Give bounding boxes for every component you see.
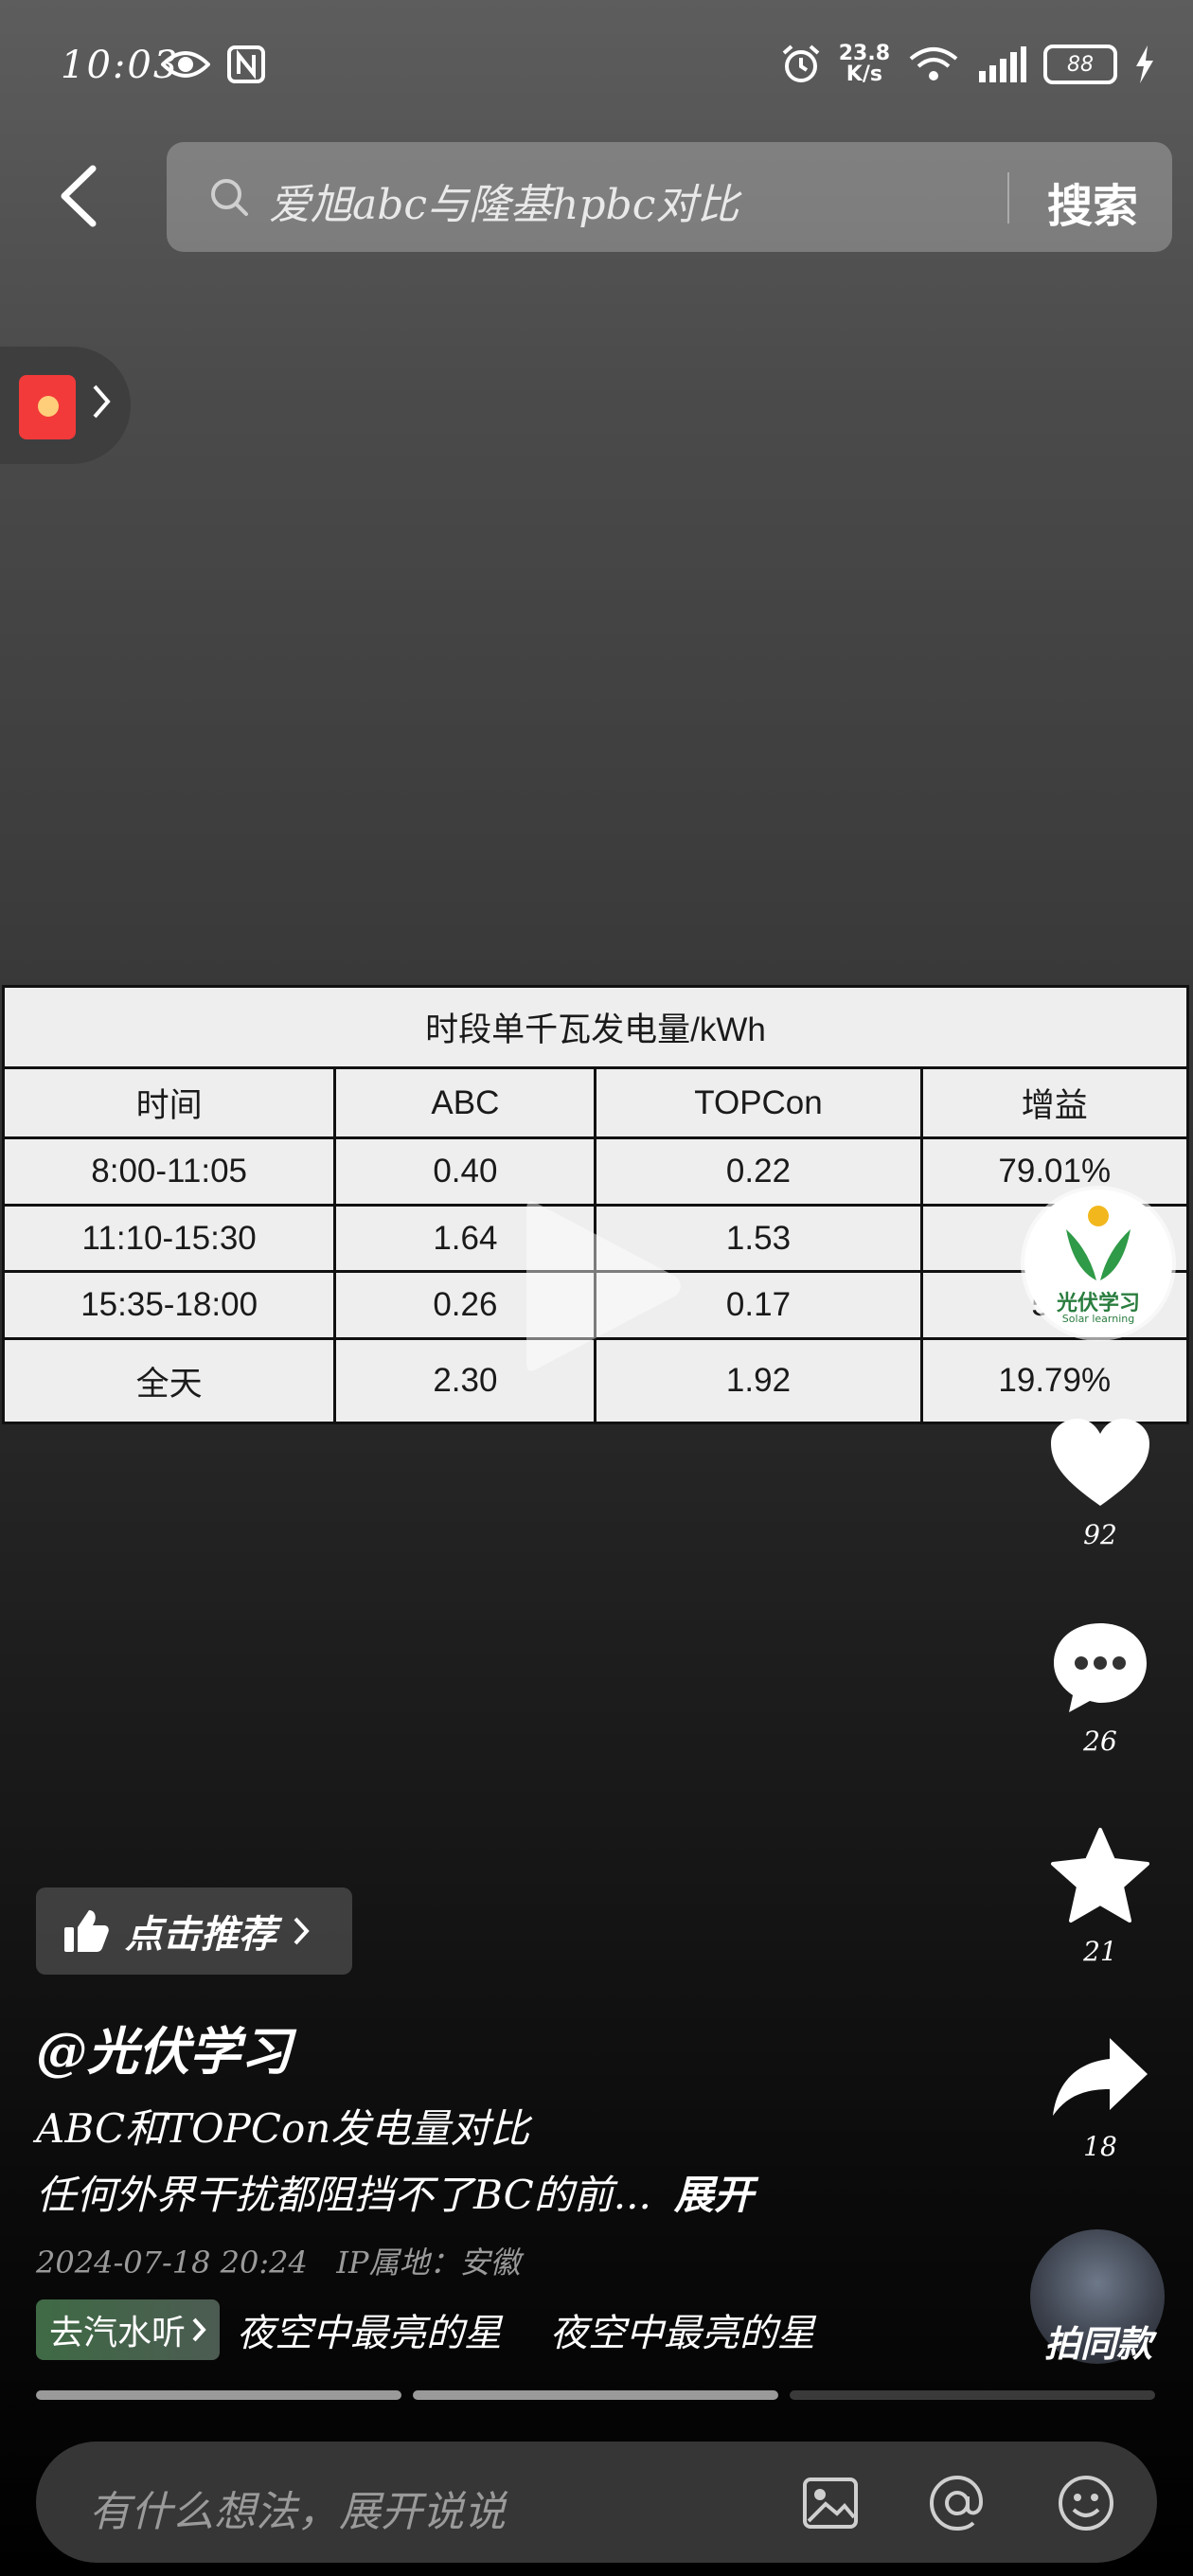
creator-logo-sub: Solar learning bbox=[1061, 1313, 1135, 1325]
creator-avatar[interactable]: 光伏学习 Solar learning bbox=[1024, 1190, 1172, 1337]
eye-icon bbox=[161, 51, 210, 78]
alarm-icon bbox=[782, 45, 820, 82]
table-cell: 全天 bbox=[1, 1337, 337, 1424]
progress-segment-1 bbox=[36, 2390, 401, 2400]
same-style-button[interactable]: 拍同款 bbox=[1032, 2315, 1165, 2367]
music-badge-button[interactable]: 去汽水听 bbox=[36, 2299, 221, 2360]
search-icon bbox=[211, 179, 248, 216]
search-button[interactable]: 搜索 bbox=[1047, 169, 1138, 235]
music-row: 去汽水听 夜空中最亮的星 夜空中最亮的星 bbox=[36, 2299, 815, 2360]
description-text: 任何外界干扰都阻挡不了BC的前... bbox=[36, 2172, 651, 2218]
expand-button[interactable]: 展开 bbox=[674, 2172, 754, 2218]
search-divider bbox=[1007, 172, 1009, 224]
progress-segment-3 bbox=[790, 2390, 1155, 2400]
table-header: TOPCon bbox=[594, 1066, 923, 1139]
signal-icon bbox=[979, 46, 1026, 82]
status-icons-right: 23.8 K/s 88 bbox=[780, 44, 1155, 85]
post-date: 2024-07-18 20:24 bbox=[36, 2245, 308, 2281]
net-speed: 23.8 K/s bbox=[838, 42, 890, 86]
chevron-right-icon bbox=[294, 1917, 310, 1945]
recommend-label: 点击推荐 bbox=[125, 1912, 276, 1957]
table-cell: 8:00-11:05 bbox=[1, 1136, 337, 1207]
table-header: ABC bbox=[333, 1066, 597, 1139]
chevron-right-icon bbox=[93, 385, 111, 419]
table-cell: 11:10-15:30 bbox=[1, 1203, 337, 1274]
play-icon[interactable] bbox=[517, 1191, 687, 1381]
chevron-right-icon bbox=[192, 2317, 206, 2342]
table-header: 增益 bbox=[919, 1066, 1189, 1139]
recommend-button[interactable]: 点击推荐 bbox=[36, 1887, 352, 1975]
progress-segment-2 bbox=[413, 2390, 778, 2400]
search-bar[interactable]: 爱旭abc与隆基hpbc对比 搜索 bbox=[167, 142, 1172, 252]
table-header: 时间 bbox=[1, 1066, 337, 1139]
table-cell: 19.79% bbox=[919, 1337, 1189, 1424]
comment-button[interactable]: 26 bbox=[1042, 1619, 1159, 1757]
status-icons-left bbox=[161, 45, 265, 83]
share-icon bbox=[1053, 2038, 1148, 2116]
comment-count: 26 bbox=[1083, 1726, 1117, 1757]
mention-icon[interactable] bbox=[928, 2474, 987, 2532]
share-button[interactable]: 18 bbox=[1042, 2034, 1159, 2162]
charging-icon bbox=[1136, 45, 1153, 83]
star-icon bbox=[1051, 1828, 1149, 1923]
thumbs-up-icon bbox=[64, 1910, 109, 1952]
comment-bar[interactable]: 有什么想法，展开说说 bbox=[36, 2442, 1157, 2563]
image-icon[interactable] bbox=[801, 2474, 860, 2532]
comment-icon bbox=[1054, 1623, 1147, 1712]
table-title: 时段单千瓦发电量/kWh bbox=[2, 985, 1189, 1069]
share-count: 18 bbox=[1083, 2131, 1117, 2162]
video-description: ABC和TOPCon发电量对比 bbox=[36, 2105, 530, 2152]
back-button[interactable] bbox=[55, 163, 104, 229]
comment-input[interactable]: 有什么想法，展开说说 bbox=[89, 2478, 506, 2538]
music-badge-label: 去汽水听 bbox=[49, 2314, 187, 2352]
table-cell: 79.01% bbox=[919, 1136, 1189, 1207]
like-button[interactable]: 92 bbox=[1042, 1417, 1159, 1550]
red-packet-button[interactable] bbox=[0, 347, 131, 464]
emoji-icon[interactable] bbox=[1057, 2474, 1115, 2532]
ip-location: IP属地：安徽 bbox=[336, 2245, 521, 2281]
author-name[interactable]: @光伏学习 bbox=[36, 2010, 292, 2084]
red-packet-icon bbox=[19, 375, 76, 439]
video-description-line2: 任何外界干扰都阻挡不了BC的前... 展开 bbox=[36, 2163, 754, 2221]
post-meta: 2024-07-18 20:24 IP属地：安徽 bbox=[36, 2239, 521, 2282]
like-count: 92 bbox=[1083, 1519, 1117, 1550]
wifi-icon bbox=[909, 47, 958, 80]
favorite-button[interactable]: 21 bbox=[1042, 1826, 1159, 1967]
search-input[interactable]: 爱旭abc与隆基hpbc对比 bbox=[269, 170, 739, 231]
nfc-icon bbox=[227, 45, 265, 83]
heart-icon bbox=[1051, 1419, 1149, 1506]
creator-logo-icon bbox=[1066, 1206, 1131, 1280]
battery-indicator: 88 bbox=[1043, 45, 1117, 84]
favorite-count: 21 bbox=[1083, 1936, 1117, 1967]
music-title: 夜空中最亮的星 夜空中最亮的星 bbox=[237, 2312, 815, 2355]
table-cell: 15:35-18:00 bbox=[1, 1270, 337, 1341]
